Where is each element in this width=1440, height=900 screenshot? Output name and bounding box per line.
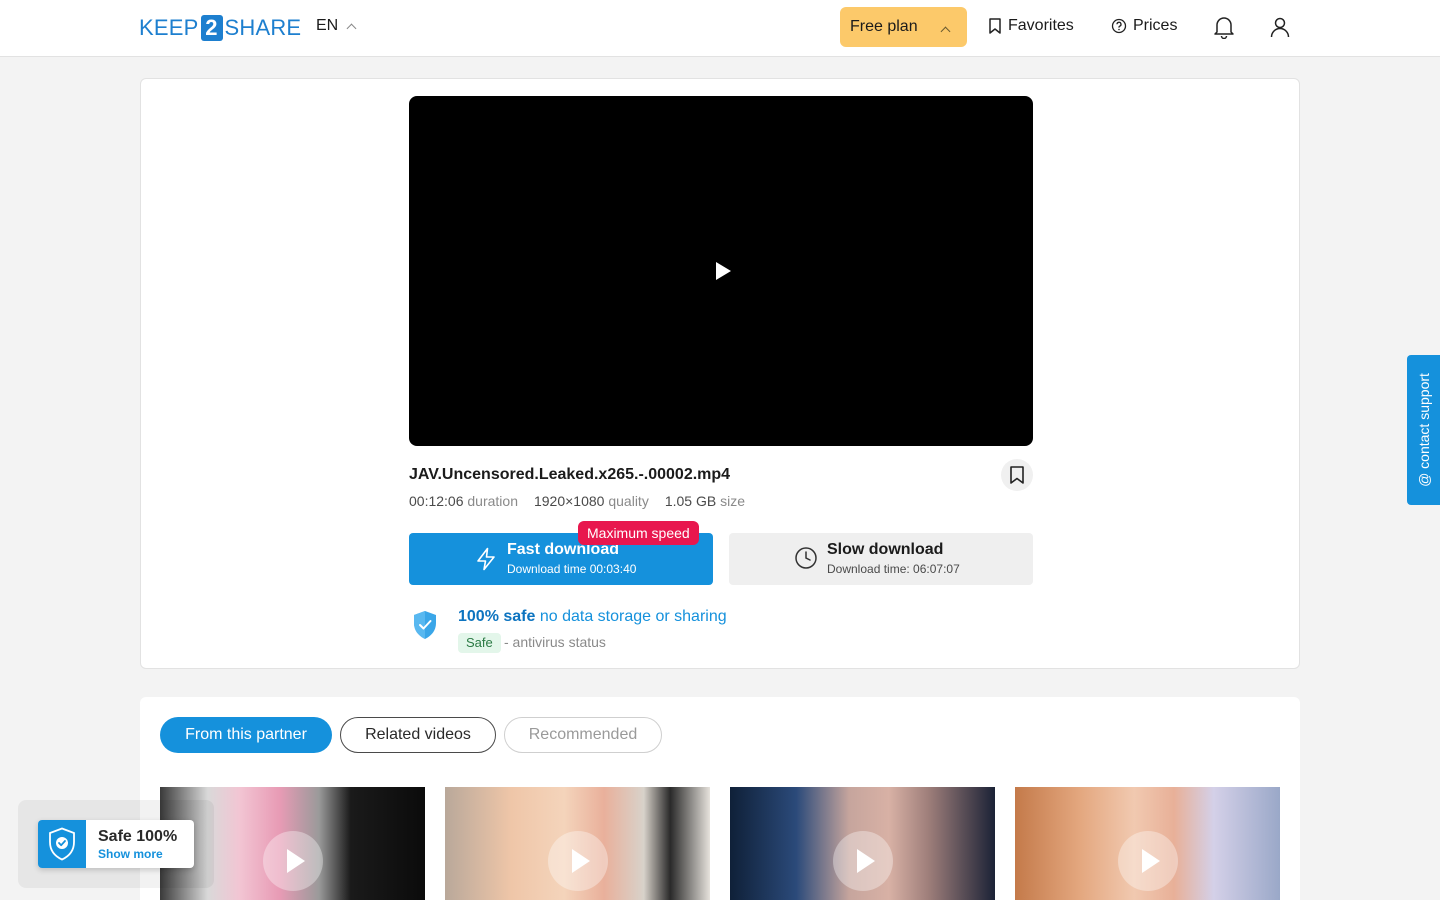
language-label: EN: [316, 17, 339, 34]
lightning-icon: [477, 547, 495, 571]
tab-from-this-partner[interactable]: From this partner: [160, 717, 332, 753]
antivirus-status-text: - antivirus status: [504, 634, 606, 650]
safe-widget-title: Safe 100%: [98, 828, 178, 845]
logo-number: 2: [200, 15, 223, 41]
safety-headline[interactable]: 100% safe no data storage or sharing: [458, 608, 727, 626]
plan-label: Free plan: [850, 18, 918, 35]
play-icon[interactable]: [716, 262, 731, 280]
shield-check-icon: [414, 611, 436, 639]
play-icon[interactable]: [263, 831, 323, 891]
file-card: JAV.Uncensored.Leaked.x265.-.00002.mp4 0…: [140, 78, 1300, 669]
video-thumbnail[interactable]: [1015, 787, 1280, 900]
play-icon[interactable]: [833, 831, 893, 891]
prices-label: Prices: [1133, 17, 1178, 34]
language-selector[interactable]: EN: [316, 17, 357, 35]
logo-text-left: KEEP: [139, 15, 199, 40]
contact-support-label: @ contact support: [1415, 373, 1432, 487]
antivirus-status-badge: Safe: [458, 633, 501, 653]
keep2share-logo[interactable]: KEEP 2 SHARE: [139, 14, 301, 42]
prices-link[interactable]: Prices: [1111, 17, 1177, 35]
duration-meta: 00:12:06 duration: [409, 493, 518, 509]
slow-download-button[interactable]: Slow download Download time: 06:07:07: [729, 533, 1033, 585]
help-circle-icon: [1111, 18, 1127, 34]
top-header: KEEP 2 SHARE EN Free plan Favorites Prices: [0, 0, 1440, 57]
play-icon[interactable]: [548, 831, 608, 891]
slow-download-title: Slow download: [827, 541, 944, 558]
account-button[interactable]: [1267, 14, 1293, 40]
add-to-favorites-button[interactable]: [1001, 459, 1033, 491]
quality-meta: 1920×1080 quality: [533, 493, 649, 509]
bookmark-icon: [989, 18, 1001, 34]
safety-info: 100% safe no data storage or sharing Saf…: [409, 607, 809, 657]
favorites-label: Favorites: [1008, 17, 1074, 34]
free-plan-dropdown[interactable]: Free plan: [840, 7, 967, 47]
video-thumbnail[interactable]: [445, 787, 710, 900]
file-name: JAV.Uncensored.Leaked.x265.-.00002.mp4: [409, 466, 731, 483]
favorites-link[interactable]: Favorites: [988, 17, 1074, 35]
play-icon[interactable]: [1118, 831, 1178, 891]
videos-section: From this partner Related videos Recomme…: [140, 697, 1300, 900]
video-thumbnail[interactable]: [730, 787, 995, 900]
tab-related-videos[interactable]: Related videos: [340, 717, 496, 753]
chevron-up-icon: [940, 26, 951, 37]
bell-icon: [1214, 17, 1234, 39]
shield-check-icon: [49, 827, 75, 861]
file-meta: 00:12:06 duration 1920×1080 quality 1.05…: [409, 493, 745, 509]
show-more-link[interactable]: Show more: [98, 847, 163, 861]
contact-support-tab[interactable]: @ contact support: [1407, 355, 1440, 505]
chevron-up-icon: [346, 23, 357, 33]
tab-recommended[interactable]: Recommended: [504, 717, 662, 753]
user-icon: [1270, 17, 1290, 38]
maximum-speed-badge: Maximum speed: [578, 521, 699, 545]
safe-widget[interactable]: Safe 100% Show more: [38, 820, 194, 868]
safe-widget-icon-box: [38, 820, 86, 868]
size-meta: 1.05 GB size: [664, 493, 745, 509]
notifications-button[interactable]: [1211, 14, 1237, 40]
bookmark-icon: [1010, 466, 1024, 484]
fast-download-time: Download time 00:03:40: [507, 562, 637, 576]
clock-icon: [795, 547, 817, 569]
video-player[interactable]: [409, 96, 1033, 446]
logo-text-right: SHARE: [224, 15, 302, 40]
slow-download-time: Download time: 06:07:07: [827, 562, 960, 576]
